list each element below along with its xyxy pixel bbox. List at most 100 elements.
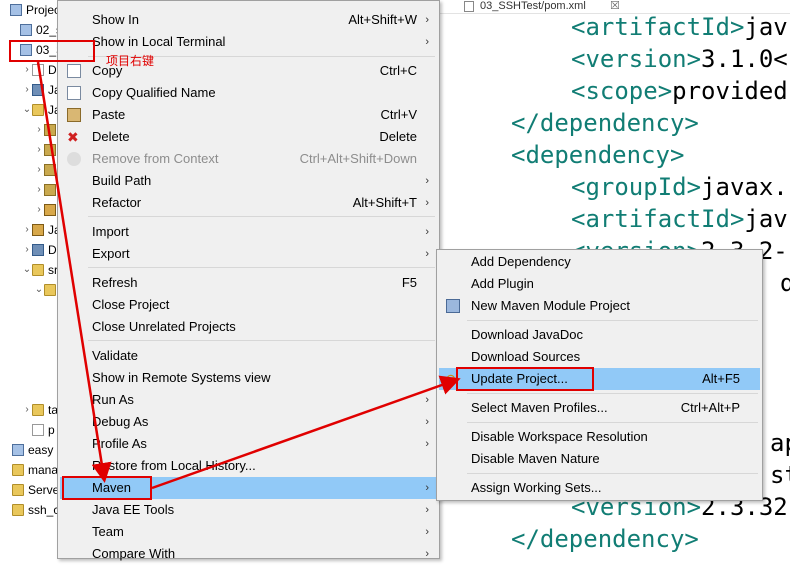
- submenu-item-assign-working-sets[interactable]: Assign Working Sets...: [439, 477, 760, 499]
- menu-separator: [88, 267, 435, 268]
- menu-item-refactor[interactable]: Refactor Alt+Shift+T ›: [60, 192, 437, 214]
- submenu-item-select-maven-profiles[interactable]: Select Maven Profiles... Ctrl+Alt+P: [439, 397, 760, 419]
- submenu-item-disable-maven-nature[interactable]: Disable Maven Nature: [439, 448, 760, 470]
- xml-file-icon: [464, 1, 474, 12]
- menu-item-label: Show in Local Terminal: [92, 34, 226, 49]
- tree-item[interactable]: › D: [0, 60, 62, 80]
- tree-expand-icon[interactable]: ⌄: [34, 280, 44, 300]
- tree-expand-icon[interactable]: ›: [22, 80, 32, 100]
- code-line[interactable]: <scope>provided: [571, 75, 788, 107]
- tree-item[interactable]: ›: [0, 180, 62, 200]
- copy-icon: [67, 86, 81, 100]
- code-line[interactable]: ded: [780, 267, 790, 299]
- menu-item-copy-qualified-name[interactable]: Copy Qualified Name: [60, 82, 437, 104]
- tree-item[interactable]: ›: [0, 160, 62, 180]
- code-line[interactable]: str: [770, 459, 790, 491]
- menu-item-build-path[interactable]: Build Path ›: [60, 170, 437, 192]
- code-line[interactable]: <dependency>: [511, 139, 684, 171]
- tree-item[interactable]: ssh_c: [0, 500, 62, 520]
- tree-item[interactable]: ›: [0, 140, 62, 160]
- tree-item[interactable]: Serve: [0, 480, 62, 500]
- menu-item-run-as[interactable]: Run As ›: [60, 389, 437, 411]
- menu-item-label: Refresh: [92, 275, 138, 290]
- menu-item-close-project[interactable]: Close Project: [60, 294, 437, 316]
- menu-item-java-ee-tools[interactable]: Java EE Tools ›: [60, 499, 437, 521]
- package-icon: [44, 124, 56, 136]
- tree-item[interactable]: ›: [0, 120, 62, 140]
- menu-item-show-in-local-terminal[interactable]: Show in Local Terminal ›: [60, 31, 437, 53]
- menu-item-label: Profile As: [92, 436, 147, 451]
- code-line[interactable]: <groupId>javax.: [571, 171, 788, 203]
- tree-item[interactable]: 02_st: [0, 20, 62, 40]
- submenu-item-new-maven-module-project[interactable]: New Maven Module Project: [439, 295, 760, 317]
- menu-item-validate[interactable]: Validate: [60, 345, 437, 367]
- tree-expand-icon[interactable]: ›: [34, 180, 44, 200]
- tree-item[interactable]: ⌄ sr: [0, 260, 62, 280]
- tree-item[interactable]: › ta: [0, 400, 62, 420]
- tree-item-label: mana: [28, 463, 59, 477]
- descriptor-icon: [32, 64, 44, 76]
- code-line[interactable]: <artifactId>jav: [571, 11, 788, 43]
- menu-item-export[interactable]: Export ›: [60, 243, 437, 265]
- tree-item-label: ssh_c: [28, 503, 60, 517]
- menu-separator: [467, 422, 758, 423]
- tree-item[interactable]: mana: [0, 460, 62, 480]
- menu-item-team[interactable]: Team ›: [60, 521, 437, 543]
- submenu-item-add-plugin[interactable]: Add Plugin: [439, 273, 760, 295]
- tree-item[interactable]: › Ja: [0, 80, 62, 100]
- tree-expand-icon[interactable]: ›: [22, 400, 32, 420]
- menu-item-paste[interactable]: Paste Ctrl+V: [60, 104, 437, 126]
- menu-item-debug-as[interactable]: Debug As ›: [60, 411, 437, 433]
- tree-expand-icon[interactable]: ›: [34, 160, 44, 180]
- package-icon: [44, 184, 56, 196]
- tree-item[interactable]: ›: [0, 200, 62, 220]
- menu-item-restore-from-local-history[interactable]: Restore from Local History...: [60, 455, 437, 477]
- code-line[interactable]: </dependency>: [511, 107, 699, 139]
- menu-item-show-in[interactable]: Show In Alt+Shift+W ›: [60, 9, 437, 31]
- tree-item[interactable]: ⌄ Ja: [0, 100, 62, 120]
- menu-item-label: Refactor: [92, 195, 142, 210]
- menu-item-compare-with[interactable]: Compare With ›: [60, 543, 437, 565]
- folder-icon: [12, 484, 24, 496]
- code-line[interactable]: ap: [770, 427, 790, 459]
- menu-item-show-in-remote-systems-view[interactable]: Show in Remote Systems view: [60, 367, 437, 389]
- menu-item-shortcut: Ctrl+Alt+P: [680, 400, 740, 415]
- menu-item-label: Close Project: [92, 297, 170, 312]
- menu-item-delete[interactable]: ✖ Delete Delete: [60, 126, 437, 148]
- menu-item-shortcut: Delete: [379, 129, 417, 144]
- tree-item[interactable]: p: [0, 420, 62, 440]
- tree-expand-icon[interactable]: ›: [22, 240, 32, 260]
- deployed-resources-icon: [32, 244, 44, 256]
- tree-item[interactable]: › Ja: [0, 220, 62, 240]
- xml-tag: <artifactId>: [571, 13, 745, 41]
- tree-expand-icon[interactable]: ›: [34, 140, 44, 160]
- tree-item[interactable]: Project E: [0, 0, 62, 20]
- menu-item-refresh[interactable]: Refresh F5: [60, 272, 437, 294]
- menu-item-profile-as[interactable]: Profile As ›: [60, 433, 437, 455]
- tree-expand-icon[interactable]: ›: [34, 120, 44, 140]
- menu-item-shortcut: F5: [401, 275, 417, 290]
- menu-item-import[interactable]: Import ›: [60, 221, 437, 243]
- folder-icon: [32, 264, 44, 276]
- submenu-item-download-javadoc[interactable]: Download JavaDoc: [439, 324, 760, 346]
- submenu-item-download-sources[interactable]: Download Sources: [439, 346, 760, 368]
- tree-expand-icon[interactable]: ›: [22, 220, 32, 240]
- tree-expand-icon[interactable]: ⌄: [22, 260, 32, 280]
- menu-item-shortcut: Ctrl+V: [380, 107, 417, 122]
- submenu-item-add-dependency[interactable]: Add Dependency: [439, 251, 760, 273]
- code-line[interactable]: <artifactId>jav: [571, 203, 788, 235]
- tree-expand-icon[interactable]: ⌄: [22, 100, 32, 120]
- menu-item-remove-from-context[interactable]: Remove from Context Ctrl+Alt+Shift+Down: [60, 148, 437, 170]
- menu-item-close-unrelated-projects[interactable]: Close Unrelated Projects: [60, 316, 437, 338]
- tree-item[interactable]: ⌄: [0, 280, 62, 300]
- tree-item[interactable]: › D: [0, 240, 62, 260]
- chevron-right-icon: ›: [425, 548, 429, 560]
- submenu-item-disable-workspace-resolution[interactable]: Disable Workspace Resolution: [439, 426, 760, 448]
- tree-expand-icon[interactable]: ›: [22, 60, 32, 80]
- code-line[interactable]: </dependency>: [511, 523, 699, 555]
- tree-expand-icon[interactable]: ›: [34, 200, 44, 220]
- project-explorer-icon: [10, 4, 22, 16]
- jax-icon: [32, 84, 44, 96]
- tree-item[interactable]: easy: [0, 440, 62, 460]
- code-line[interactable]: <version>3.1.0<: [571, 43, 788, 75]
